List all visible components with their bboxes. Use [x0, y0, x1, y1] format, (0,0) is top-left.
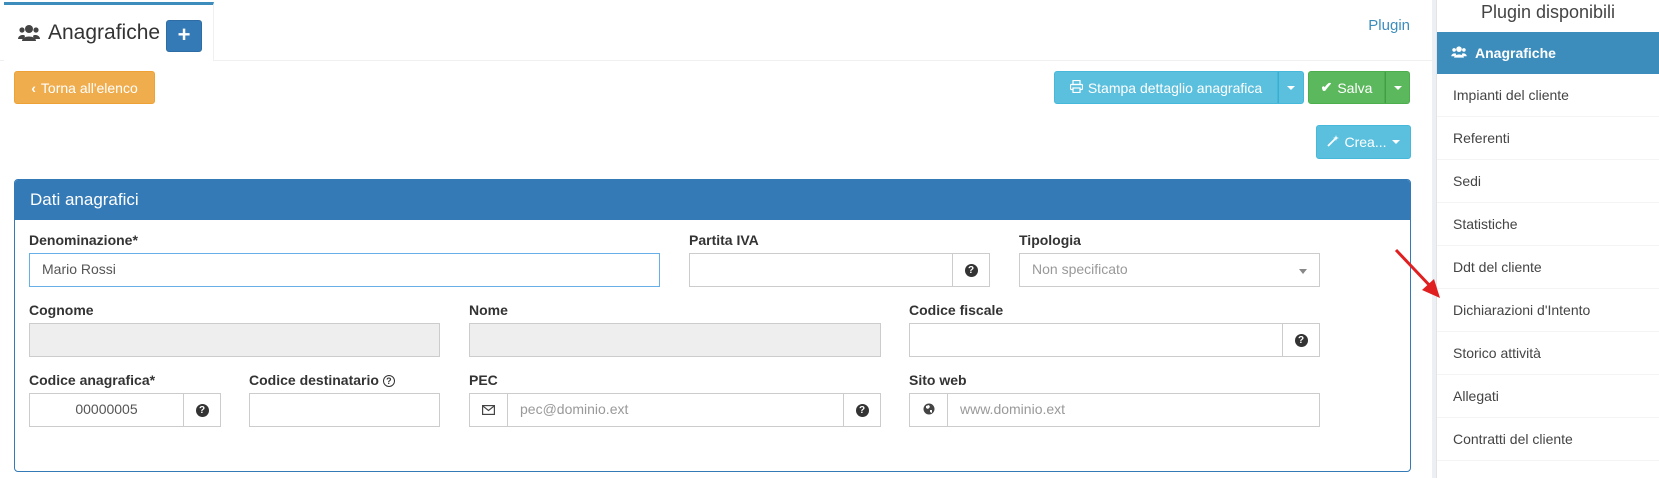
annotation-arrow-icon	[1394, 248, 1440, 298]
sidebar-item-impianti[interactable]: Impianti del cliente	[1437, 74, 1659, 117]
save-button[interactable]: ✔ Salva	[1308, 71, 1385, 104]
codice-fiscale-help[interactable]: ?	[1282, 323, 1320, 357]
caret-down-icon	[1391, 140, 1400, 144]
sidebar-item-label: Anagrafiche	[1475, 45, 1556, 61]
codice-anagrafica-label: Codice anagrafica*	[29, 372, 156, 388]
back-to-list-button[interactable]: ‹ Torna all'elenco	[14, 71, 155, 104]
sidebar-item-statistiche[interactable]: Statistiche	[1437, 203, 1659, 246]
question-circle-icon: ?	[195, 403, 209, 417]
caret-down-icon	[1393, 85, 1402, 90]
tipologia-value: Non specificato	[1032, 261, 1128, 277]
sidebar-item-dichiarazioni[interactable]: Dichiarazioni d'Intento	[1437, 289, 1659, 332]
pec-input[interactable]: pec@dominio.ext	[507, 393, 844, 427]
pec-addon	[469, 393, 508, 427]
printer-icon	[1069, 79, 1083, 96]
dati-anagrafici-panel: Dati anagrafici Denominazione* Mario Ros…	[14, 179, 1411, 472]
partita-iva-label: Partita IVA	[689, 232, 759, 248]
tab-bar: Anagrafiche + Plugin	[0, 0, 1432, 61]
sito-web-addon	[909, 393, 948, 427]
tab-plugin[interactable]: Plugin	[1368, 17, 1410, 34]
sidebar-item-contratti[interactable]: Contratti del cliente	[1437, 418, 1659, 461]
panel-title: Dati anagrafici	[15, 180, 1410, 220]
sidebar-item-referenti[interactable]: Referenti	[1437, 117, 1659, 160]
question-circle-icon: ?	[855, 403, 869, 417]
pec-label: PEC	[469, 372, 498, 388]
chevron-left-icon: ‹	[31, 79, 36, 96]
users-icon	[18, 23, 40, 46]
create-label: Crea...	[1344, 134, 1387, 150]
codice-anagrafica-input[interactable]: 00000005	[29, 393, 184, 427]
sidebar-item-storico[interactable]: Storico attività	[1437, 332, 1659, 375]
tipologia-select[interactable]: Non specificato	[1019, 253, 1320, 287]
pec-help[interactable]: ?	[843, 393, 881, 427]
create-button[interactable]: Crea...	[1316, 125, 1411, 159]
codice-anagrafica-help[interactable]: ?	[183, 393, 221, 427]
globe-icon	[923, 402, 935, 418]
nome-input[interactable]	[469, 323, 881, 357]
page-title: Anagrafiche	[48, 21, 161, 44]
magic-wand-icon	[1327, 134, 1340, 150]
print-detail-button[interactable]: Stampa dettaglio anagrafica	[1054, 71, 1278, 104]
codice-destinatario-input[interactable]	[249, 393, 440, 427]
sito-web-label: Sito web	[909, 372, 967, 388]
main-content: Anagrafiche + Plugin ‹ Torna all'elenco …	[0, 0, 1432, 478]
sito-web-placeholder: www.dominio.ext	[960, 401, 1066, 417]
sidebar-item-allegati[interactable]: Allegati	[1437, 375, 1659, 418]
codice-destinatario-text: Codice destinatario	[249, 372, 379, 388]
save-label: Salva	[1337, 79, 1373, 96]
caret-down-icon	[1287, 85, 1295, 90]
partita-iva-input[interactable]	[689, 253, 953, 287]
question-circle-icon: ?	[1294, 333, 1308, 347]
codice-destinatario-label: Codice destinatario?	[249, 372, 395, 388]
sidebar-item-ddt[interactable]: Ddt del cliente	[1437, 246, 1659, 289]
add-anagrafica-button[interactable]: +	[166, 20, 202, 52]
chevron-down-icon	[1299, 269, 1307, 274]
envelope-icon	[482, 402, 496, 418]
tab-anagrafiche[interactable]: Anagrafiche +	[4, 2, 214, 61]
plugin-sidebar: Plugin disponibili Anagrafiche Impianti …	[1432, 0, 1659, 478]
partita-iva-help[interactable]: ?	[952, 253, 990, 287]
cognome-input[interactable]	[29, 323, 440, 357]
plugin-list: Plugin disponibili Anagrafiche Impianti …	[1436, 0, 1659, 478]
nome-label: Nome	[469, 302, 508, 318]
print-label: Stampa dettaglio anagrafica	[1087, 79, 1263, 96]
codice-fiscale-input[interactable]	[909, 323, 1283, 357]
save-dropdown-toggle[interactable]	[1385, 71, 1410, 104]
sidebar-title: Plugin disponibili	[1480, 2, 1616, 22]
back-label: Torna all'elenco	[40, 79, 138, 96]
question-circle-icon: ?	[964, 263, 978, 277]
tipologia-label: Tipologia	[1019, 232, 1081, 248]
denominazione-label: Denominazione*	[29, 232, 138, 248]
sidebar-item-sedi[interactable]: Sedi	[1437, 160, 1659, 203]
pec-placeholder: pec@dominio.ext	[520, 401, 629, 417]
users-icon	[1451, 45, 1467, 62]
cognome-label: Cognome	[29, 302, 94, 318]
denominazione-input[interactable]: Mario Rossi	[29, 253, 660, 287]
sito-web-input[interactable]: www.dominio.ext	[947, 393, 1320, 427]
codice-fiscale-label: Codice fiscale	[909, 302, 1004, 318]
sidebar-item-anagrafiche[interactable]: Anagrafiche	[1437, 32, 1659, 74]
question-help-icon[interactable]: ?	[382, 375, 395, 387]
print-dropdown-toggle[interactable]	[1278, 71, 1304, 104]
check-icon: ✔	[1320, 79, 1333, 95]
